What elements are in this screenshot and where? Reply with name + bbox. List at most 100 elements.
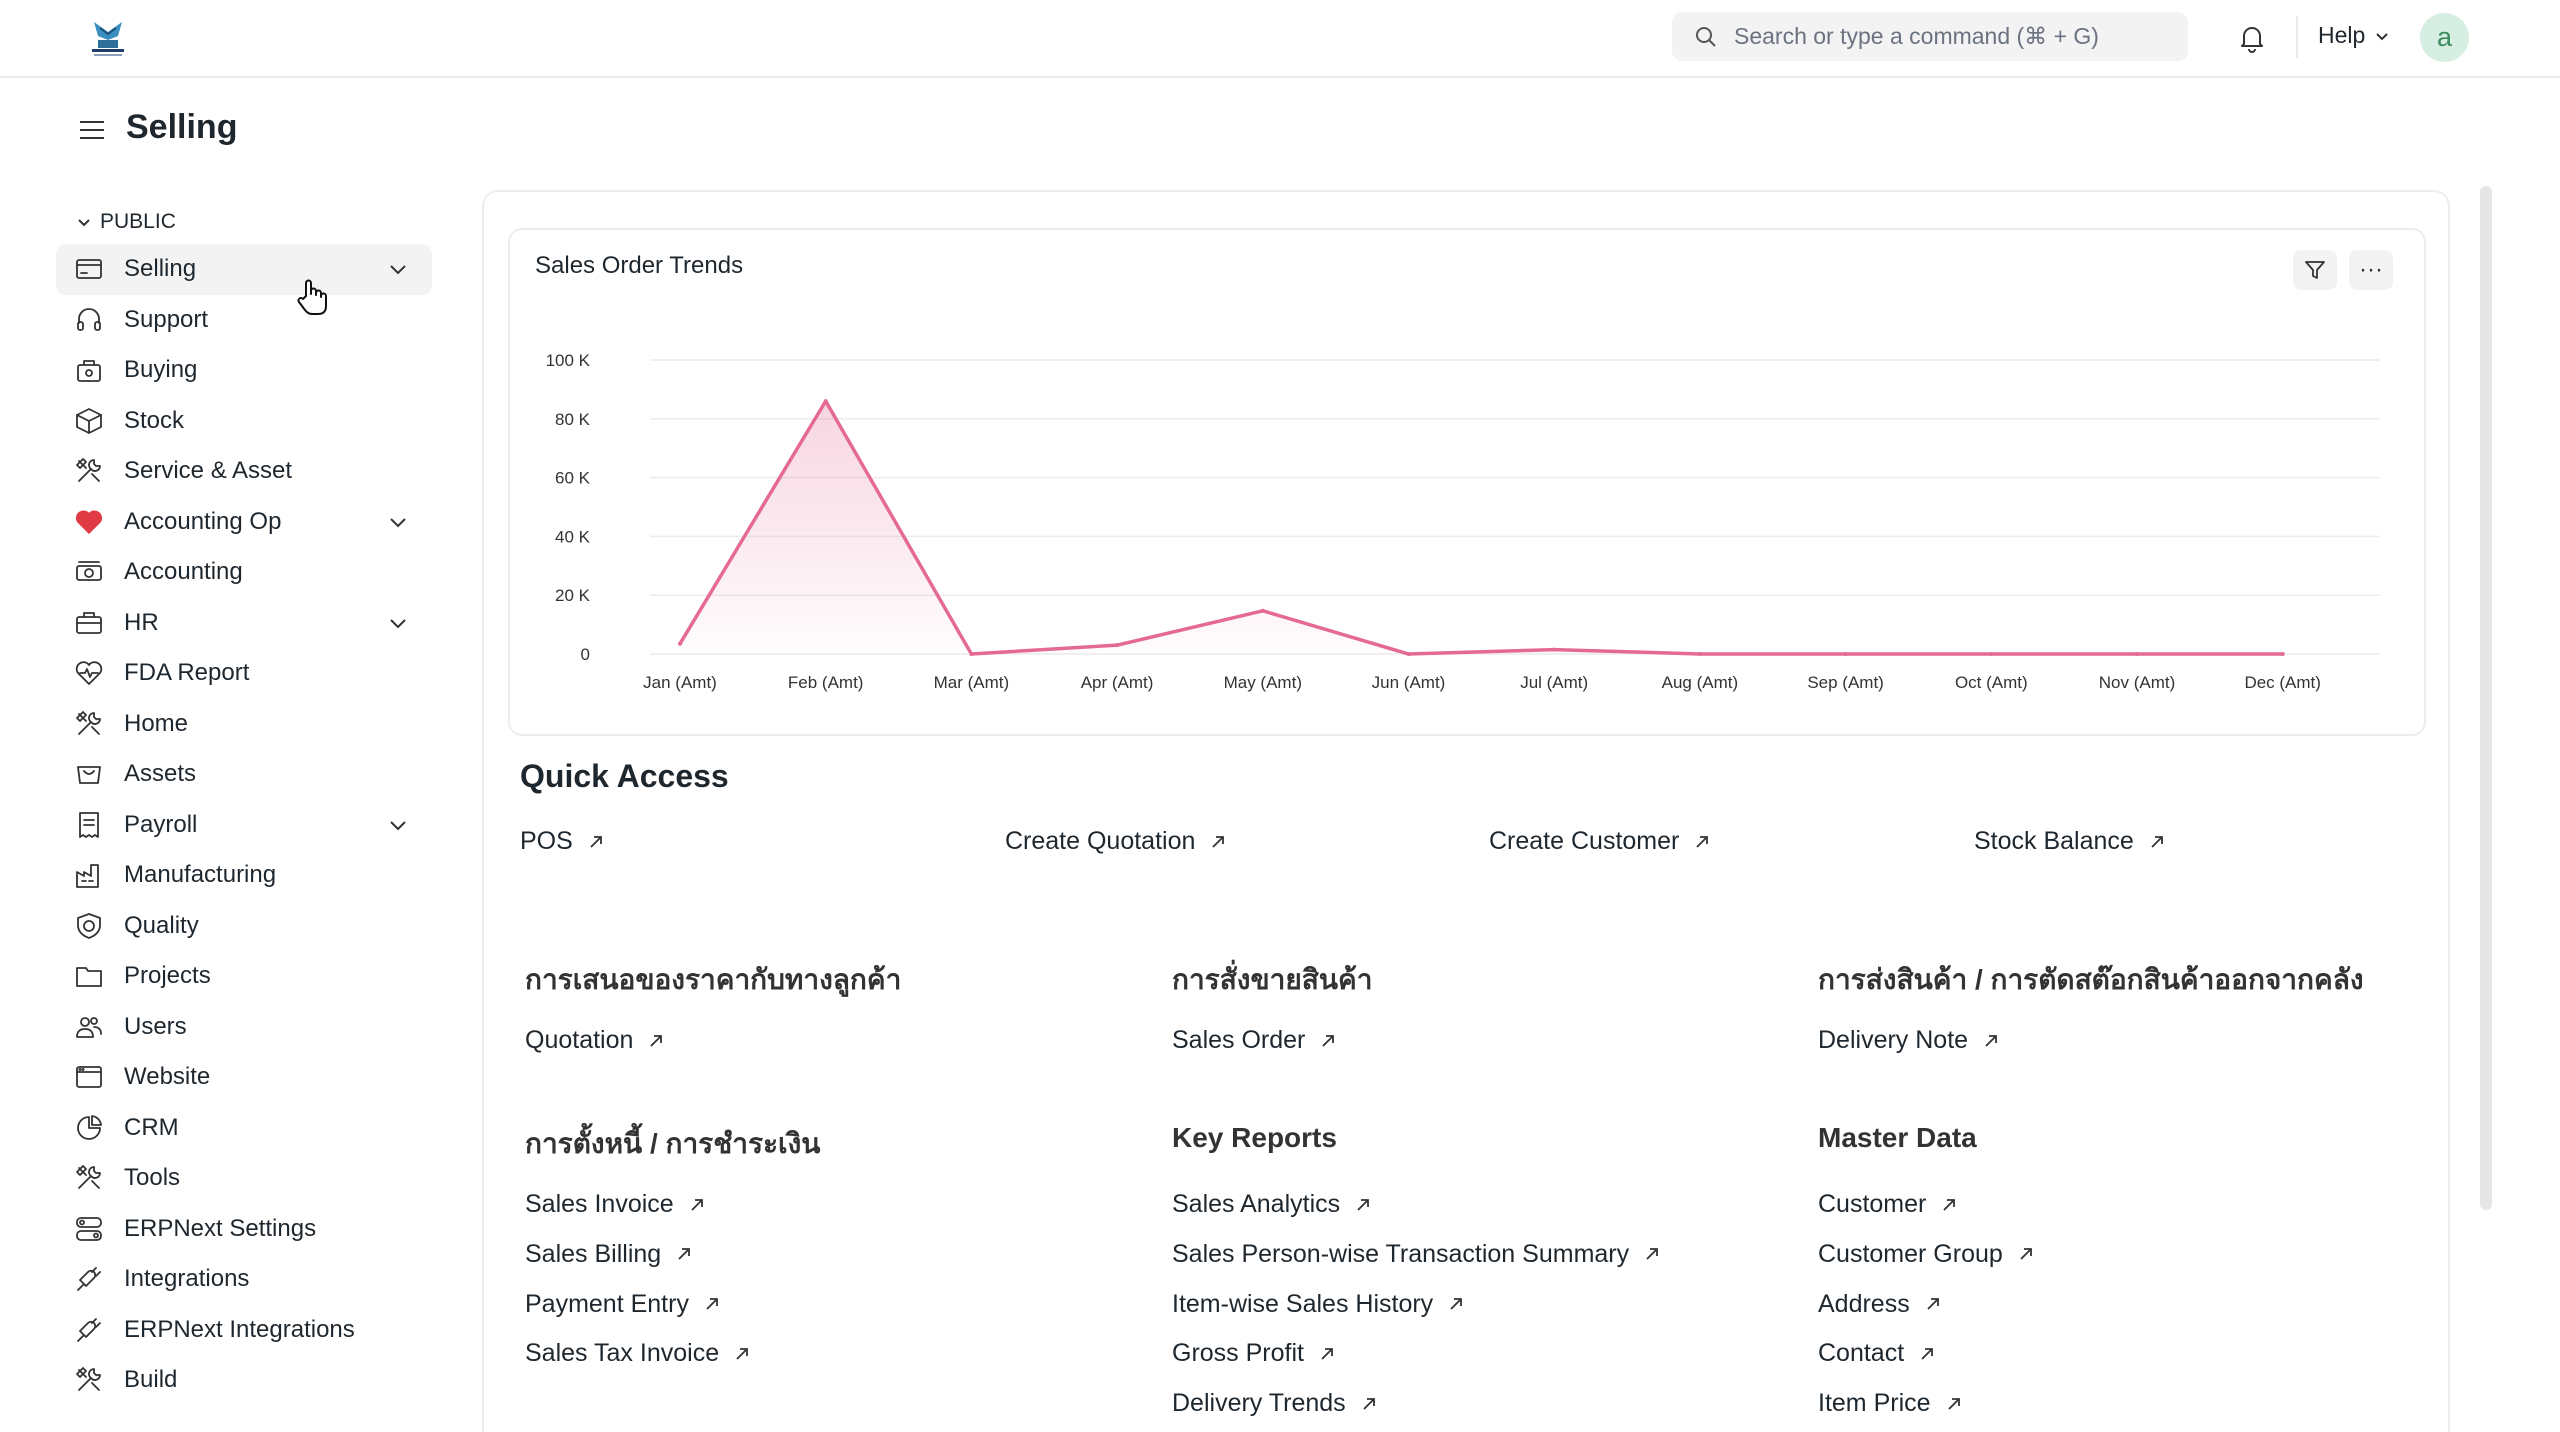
arrow-up-right-icon [590,835,602,848]
link-card-item[interactable]: Customer [1818,1190,1958,1219]
folder-icon [74,961,104,991]
arrow-up-right-icon [1321,1347,1333,1360]
arrow-up-right-icon [650,1034,663,1047]
notification-bell-icon[interactable] [2236,22,2268,54]
sidebar-item-build[interactable]: Build [56,1355,432,1406]
filter-icon [2305,261,2325,279]
chevron-down-icon[interactable] [386,257,410,281]
x-tick-label: Feb (Amt) [788,673,864,692]
sidebar-item-erpnext-integrations[interactable]: ERPNext Integrations [56,1305,432,1356]
sidebar-item-quality[interactable]: Quality [56,901,432,952]
quick-access-label: Stock Balance [1974,827,2134,855]
sidebar-item-fda-report[interactable]: FDA Report [56,648,432,699]
quick-access-link[interactable]: POS [520,827,605,856]
workspace-sidebar: PUBLIC Selling Support Buying Stock Service … [56,200,432,1406]
link-card-label: Sales Tax Invoice [525,1339,720,1368]
x-tick-label: Mar (Amt) [934,673,1010,692]
sidebar-item-accounting-op[interactable]: Accounting Op [56,497,432,548]
headset-icon [74,305,104,335]
quick-access-link[interactable]: Stock Balance [1974,827,2166,856]
link-card-item[interactable]: Item Price [1818,1389,1963,1418]
link-card-item[interactable]: Gross Profit [1172,1339,1336,1368]
data-point[interactable] [1843,652,1848,656]
link-card-item[interactable]: Sales Analytics [1172,1190,1372,1219]
sidebar-item-manufacturing[interactable]: Manufacturing [56,850,432,901]
sidebar-item-label: CRM [124,1113,179,1141]
sidebar-item-hr[interactable]: HR [56,598,432,649]
sidebar-item-assets[interactable]: Assets [56,749,432,800]
chart-more-button[interactable]: ··· [2349,250,2393,290]
sidebar-item-projects[interactable]: Projects [56,951,432,1002]
sidebar-item-crm[interactable]: CRM [56,1103,432,1154]
chevron-down-icon[interactable] [386,813,410,837]
chevron-down-icon [78,219,90,227]
link-card-item[interactable]: Delivery Trends [1172,1389,1378,1418]
data-point[interactable] [1552,647,1557,652]
sidebar-item-accounting[interactable]: Accounting [56,547,432,598]
y-tick-label: 80 K [555,410,591,429]
link-card-title: การตั้งหนี้ / การชำระเงิน [525,1128,821,1159]
data-point[interactable] [1697,652,1702,656]
sidebar-item-label: Payroll [124,810,198,838]
link-card-item[interactable]: Address [1818,1290,1942,1319]
sidebar-item-home[interactable]: Home [56,699,432,750]
arrow-up-right-icon [2020,1248,2032,1260]
tools-icon [74,1163,104,1193]
quick-access-link[interactable]: Create Customer [1489,827,1711,856]
sidebar-item-label: Tools [124,1164,181,1192]
sidebar-item-payroll[interactable]: Payroll [56,800,432,851]
sidebar-item-service-asset[interactable]: Service & Asset [56,446,432,497]
data-point[interactable] [2135,652,2139,656]
link-card-item[interactable]: Customer Group [1818,1240,2035,1269]
sidebar-item-integrations[interactable]: Integrations [56,1254,432,1305]
link-card-item[interactable]: Contact [1818,1339,1936,1368]
scrollbar[interactable] [2480,186,2492,1210]
sidebar-item-website[interactable]: Website [56,1052,432,1103]
search-placeholder: Search or type a command (⌘ + G) [1734,23,2099,49]
sidebar-item-erpnext-settings[interactable]: ERPNext Settings [56,1204,432,1255]
data-point[interactable] [2280,652,2285,656]
data-point[interactable] [823,399,828,404]
sidebar-item-support[interactable]: Support [56,295,432,346]
company-logo[interactable] [84,18,132,58]
arrow-up-right-icon [1921,1347,1934,1360]
search-bar[interactable]: Search or type a command (⌘ + G) [1672,12,2188,61]
data-point[interactable] [1406,652,1411,656]
link-card-item[interactable]: Delivery Note [1818,1026,2000,1055]
chevron-down-icon[interactable] [386,611,410,635]
link-card-item[interactable]: Sales Billing [525,1240,693,1269]
link-card-item[interactable]: Payment Entry [525,1290,721,1319]
x-tick-label: Apr (Amt) [1081,673,1154,692]
user-avatar[interactable]: a [2420,13,2469,62]
sidebar-section-public[interactable]: PUBLIC [56,200,432,244]
link-card-item[interactable]: Quotation [525,1026,665,1055]
tools-icon [74,709,104,739]
sidebar-item-label: Build [124,1366,178,1394]
sidebar-item-users[interactable]: Users [56,1002,432,1053]
data-point[interactable] [1989,652,1994,656]
data-point[interactable] [1260,608,1265,613]
chevron-down-icon[interactable] [386,510,410,534]
arrow-up-right-icon [2151,835,2163,848]
help-dropdown[interactable]: Help [2318,22,2391,49]
link-card-item[interactable]: Sales Person-wise Transaction Summary [1172,1240,1661,1269]
sidebar-item-label: Assets [124,760,197,788]
link-card-label: Sales Order [1172,1026,1306,1054]
sidebar-item-selling[interactable]: Selling [56,244,432,295]
data-point[interactable] [969,652,974,656]
sidebar-toggle-icon[interactable] [78,116,106,144]
quick-access-link[interactable]: Create Quotation [1005,827,1227,856]
link-card-item[interactable]: Item-wise Sales History [1172,1290,1465,1319]
sidebar-item-buying[interactable]: Buying [56,345,432,396]
link-card-label: Address [1818,1289,1910,1318]
link-card-item[interactable]: Sales Tax Invoice [525,1339,751,1368]
sidebar-item-tools[interactable]: Tools [56,1153,432,1204]
sidebar-item-stock[interactable]: Stock [56,396,432,447]
link-card-item[interactable]: Sales Order [1172,1026,1337,1055]
data-point[interactable] [678,641,682,646]
link-card-item[interactable]: Sales Invoice [525,1190,706,1219]
tools-icon [74,1365,104,1395]
chart-filter-button[interactable] [2293,250,2337,290]
link-card-label: Item-wise Sales History [1172,1289,1434,1318]
data-point[interactable] [1115,643,1120,648]
